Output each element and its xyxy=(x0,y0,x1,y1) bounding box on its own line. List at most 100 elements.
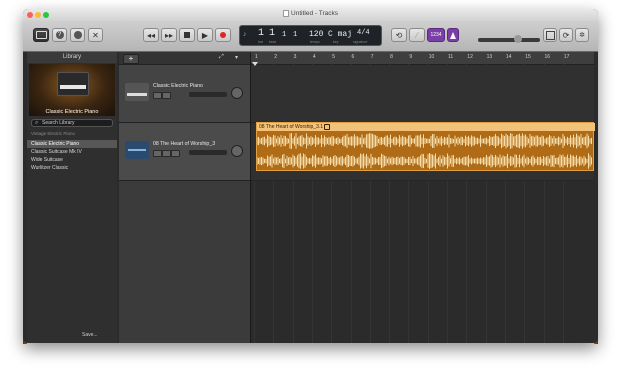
track-header-toolbar: + ⤢ ▾ xyxy=(119,52,250,65)
knob-icon xyxy=(73,31,82,39)
track-name[interactable]: 08 The Heart of Worship_3 xyxy=(153,141,215,147)
lcd-key: C maj xyxy=(328,30,353,39)
ruler-bar-number: 4 xyxy=(312,54,316,60)
play-button[interactable]: ▶ xyxy=(197,28,213,42)
library-item[interactable]: Wurlitzer Classic xyxy=(27,164,117,172)
ruler-bar-number: 1 xyxy=(255,54,258,60)
track-name[interactable]: Classic Electric Piano xyxy=(153,83,203,89)
add-track-button[interactable]: + xyxy=(123,54,139,64)
tuner-icon: ♪ xyxy=(243,31,247,38)
library-item[interactable]: Classic Electric Piano xyxy=(27,140,117,148)
ruler-bar-number: 2 xyxy=(274,54,278,60)
lcd-division: 1 xyxy=(282,31,287,39)
lcd-tempo-label: tempo xyxy=(310,40,320,44)
media-browser-button[interactable]: ✲ xyxy=(575,28,589,42)
tracks-area[interactable]: 1 2 3 4 5 6 7 8 9 10 11 12 13 14 15 16 17 08 The Heart o… xyxy=(251,52,595,343)
ruler-bar-number: 9 xyxy=(409,54,413,60)
waveform xyxy=(257,133,592,169)
library-patch-image: Classic Electric Piano xyxy=(29,64,115,116)
search-icon: ⌕ xyxy=(35,120,39,126)
stop-icon xyxy=(184,32,190,38)
library-icon xyxy=(35,31,47,39)
track-volume-slider[interactable] xyxy=(189,150,227,155)
playhead[interactable] xyxy=(252,62,258,66)
lcd-display[interactable]: ♪ 1 1 1 1 bar beat 120 tempo C maj key 4… xyxy=(239,25,382,46)
smart-controls-button[interactable] xyxy=(70,28,85,42)
metronome-button[interactable] xyxy=(447,28,459,42)
catch-icon[interactable]: ⤢ xyxy=(219,54,224,61)
tuner-button[interactable]: ⁄ xyxy=(409,28,425,42)
scissors-icon: ✕ xyxy=(92,30,99,40)
record-icon xyxy=(220,32,226,38)
region-title: 08 The Heart of Worship_3.1 xyxy=(257,123,595,131)
piano-track-icon xyxy=(125,83,149,101)
metronome-icon xyxy=(450,31,456,39)
library-panel: Library Classic Electric Piano ⌕ Search … xyxy=(27,52,117,343)
stop-button[interactable] xyxy=(179,28,195,42)
waveform-track-icon xyxy=(125,141,149,159)
audio-region[interactable]: 08 The Heart of Worship_3.1 xyxy=(256,122,595,171)
loop-badge-icon xyxy=(324,123,331,130)
library-category[interactable]: Vintage Electric Piano xyxy=(31,131,75,136)
ruler-bar-number: 16 xyxy=(544,54,551,60)
ruler-bar-number: 11 xyxy=(448,54,454,60)
track-pan-knob[interactable] xyxy=(231,145,243,157)
library-save-button[interactable]: Save... xyxy=(82,332,98,338)
library-search-field[interactable]: ⌕ Search Library xyxy=(31,119,113,127)
ruler-bar-number: 15 xyxy=(525,54,531,60)
solo-button[interactable] xyxy=(162,150,171,157)
lcd-tempo: 120 xyxy=(309,30,324,39)
library-header: Library xyxy=(27,52,117,63)
ruler-bar-number: 17 xyxy=(563,54,570,60)
solo-button[interactable] xyxy=(162,92,171,99)
master-volume-slider[interactable] xyxy=(478,38,540,42)
ruler-bar-number: 14 xyxy=(505,54,512,60)
lcd-key-label: key xyxy=(333,40,339,44)
notepad-icon xyxy=(545,30,555,40)
count-in-label: 1234 xyxy=(430,32,442,38)
mute-button[interactable] xyxy=(153,92,162,99)
quick-help-button[interactable]: ? xyxy=(52,28,67,42)
editors-button[interactable]: ✕ xyxy=(88,28,103,42)
loop-icon: ⟳ xyxy=(562,30,570,40)
library-search-placeholder: Search Library xyxy=(42,120,75,126)
filter-icon[interactable]: ▾ xyxy=(235,54,238,61)
lcd-bar: 1 xyxy=(258,28,265,39)
fast-forward-button[interactable]: ▸▸ xyxy=(161,28,177,42)
track-volume-slider[interactable] xyxy=(189,92,227,97)
master-volume-knob[interactable] xyxy=(514,35,522,43)
track-pan-knob[interactable] xyxy=(231,87,243,99)
count-in-button[interactable]: 1234 xyxy=(427,28,445,42)
toolbar: ? ✕ ◂◂ ▸▸ ▶ ♪ 1 1 1 1 bar beat 120 tempo… xyxy=(23,21,598,52)
ruler-bar-number: 3 xyxy=(293,54,297,60)
ruler-bar-number: 6 xyxy=(351,54,355,60)
help-icon: ? xyxy=(55,31,64,39)
mute-button[interactable] xyxy=(153,150,162,157)
track-header-audio[interactable]: 08 The Heart of Worship_3 xyxy=(119,123,250,181)
ruler-bar-number: 5 xyxy=(332,54,335,60)
notepad-button[interactable] xyxy=(543,28,557,42)
track-header-instrument[interactable]: Classic Electric Piano xyxy=(119,65,250,123)
play-icon: ▶ xyxy=(201,30,209,40)
electric-piano-icon xyxy=(57,72,89,96)
cycle-button[interactable]: ⟲ xyxy=(391,28,407,42)
lcd-beat: 1 xyxy=(269,28,276,39)
track-lane[interactable] xyxy=(251,65,594,123)
garageband-window: Untitled - Tracks ? ✕ ◂◂ ▸▸ ▶ ♪ 1 1 1 1 … xyxy=(23,9,598,343)
record-button[interactable] xyxy=(215,28,231,42)
title-bar: Untitled - Tracks xyxy=(23,9,598,21)
loop-browser-button[interactable]: ⟳ xyxy=(559,28,573,42)
lcd-tick: 1 xyxy=(293,31,298,39)
document-icon xyxy=(283,10,290,17)
window-title: Untitled - Tracks xyxy=(23,10,598,17)
record-enable-button[interactable] xyxy=(171,150,180,157)
ruler-bar-number: 8 xyxy=(390,54,393,60)
lcd-signature-label: signature xyxy=(353,40,368,44)
lcd-beat-label: beat xyxy=(269,40,276,44)
library-toggle-button[interactable] xyxy=(33,28,49,42)
library-item[interactable]: Classic Suitcase Mk IV xyxy=(27,148,117,156)
ruler-bar-number: 7 xyxy=(370,54,374,60)
library-item[interactable]: Wide Suitcase xyxy=(27,156,117,164)
rewind-button[interactable]: ◂◂ xyxy=(143,28,159,42)
media-icon: ✲ xyxy=(579,32,585,39)
